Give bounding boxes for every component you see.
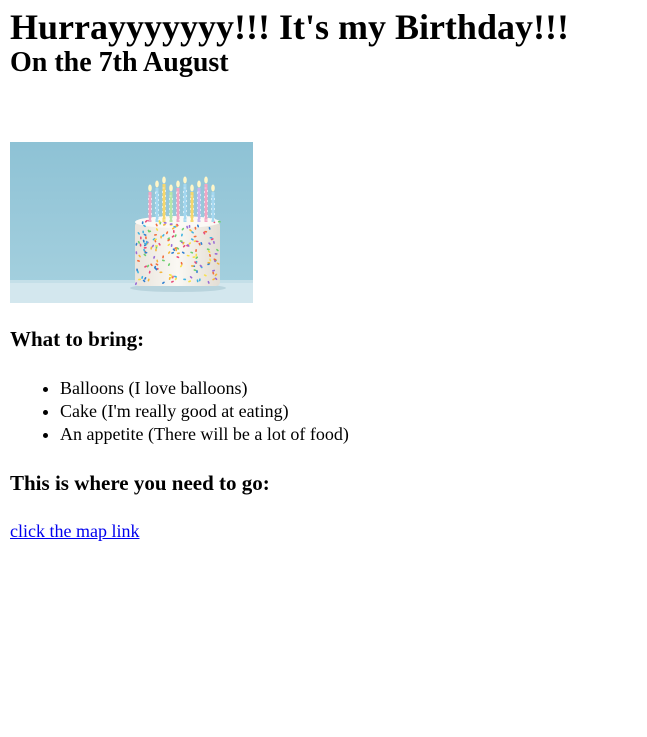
- list-item: Cake (I'm really good at eating): [60, 400, 349, 423]
- page-title: Hurrayyyyyyy!!! It's my Birthday!!!: [10, 7, 569, 47]
- location-heading: This is where you need to go:: [10, 471, 270, 495]
- bring-heading: What to bring:: [10, 327, 145, 351]
- date-heading: On the 7th August: [10, 47, 229, 78]
- bring-list: Balloons (I love balloons) Cake (I'm rea…: [10, 377, 349, 446]
- map-link[interactable]: click the map link: [10, 520, 139, 542]
- list-item: An appetite (There will be a lot of food…: [60, 423, 349, 446]
- list-item: Balloons (I love balloons): [60, 377, 349, 400]
- page: Hurrayyyyyyy!!! It's my Birthday!!! On t…: [0, 7, 647, 541]
- birthday-cake-image: [10, 142, 253, 303]
